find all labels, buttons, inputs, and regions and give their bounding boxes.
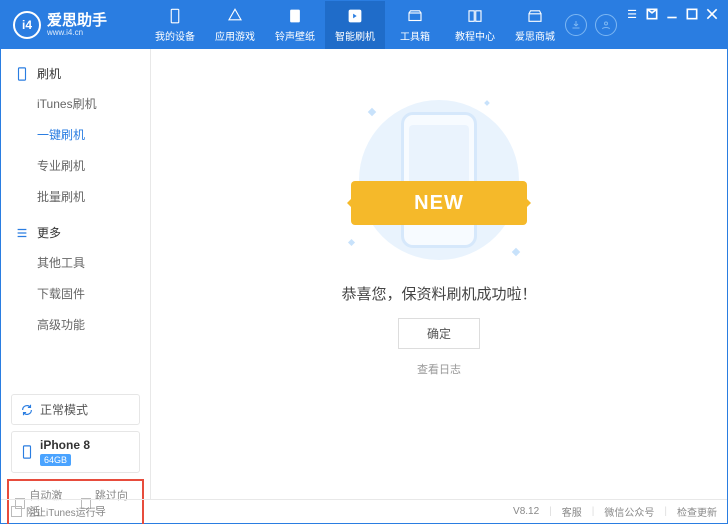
status-link-wechat[interactable]: 微信公众号 [604, 504, 654, 519]
sidebar-group-more: 更多 [1, 218, 150, 247]
phone-icon [15, 67, 29, 81]
mode-box[interactable]: 正常模式 [11, 394, 140, 425]
nav-store[interactable]: 爱思商城 [505, 1, 565, 49]
menu-icon [15, 226, 29, 240]
device-box[interactable]: iPhone 8 64GB [11, 431, 140, 473]
phone-graphic [401, 112, 477, 248]
mode-label: 正常模式 [40, 401, 88, 418]
minimize-button[interactable] [665, 7, 679, 21]
statusbar: 阻止iTunes运行 V8.12 | 客服 | 微信公众号 | 检查更新 [1, 499, 727, 523]
titlebar: i4 爱思助手 www.i4.cn 我的设备 应用游戏 铃声壁纸 智能刷机 [1, 1, 727, 49]
device-icon [166, 7, 184, 25]
sidebar-item-download-firmware[interactable]: 下载固件 [1, 278, 150, 309]
confirm-button[interactable]: 确定 [398, 318, 480, 349]
brand-name: 爱思助手 [47, 13, 107, 28]
nav-my-device[interactable]: 我的设备 [145, 1, 205, 49]
refresh-icon [20, 403, 34, 417]
sidebar-item-batch-flash[interactable]: 批量刷机 [1, 181, 150, 212]
close-button[interactable] [705, 7, 719, 21]
nav-apps[interactable]: 应用游戏 [205, 1, 265, 49]
device-name: iPhone 8 [40, 438, 90, 452]
new-ribbon: NEW [351, 181, 527, 225]
book-icon [466, 7, 484, 25]
sidebar-item-pro-flash[interactable]: 专业刷机 [1, 150, 150, 181]
view-log-link[interactable]: 查看日志 [417, 361, 461, 377]
apps-icon [226, 7, 244, 25]
status-link-update[interactable]: 检查更新 [677, 504, 717, 519]
note-icon [286, 7, 304, 25]
sidebar: 刷机 iTunes刷机 一键刷机 专业刷机 批量刷机 更多 其他工具 下载固件 … [1, 49, 151, 499]
store-icon [526, 7, 544, 25]
brand-url: www.i4.cn [47, 28, 107, 37]
phone-small-icon [20, 445, 34, 459]
menu-button[interactable]: ☰ [625, 7, 639, 21]
app-window: i4 爱思助手 www.i4.cn 我的设备 应用游戏 铃声壁纸 智能刷机 [0, 0, 728, 524]
brand: i4 爱思助手 www.i4.cn [1, 11, 145, 39]
window-controls: ☰ [625, 1, 727, 49]
flash-icon [346, 7, 364, 25]
sidebar-item-advanced[interactable]: 高级功能 [1, 309, 150, 340]
block-itunes-checkbox[interactable]: 阻止iTunes运行 [11, 504, 96, 519]
nav-tutorials[interactable]: 教程中心 [445, 1, 505, 49]
success-message: 恭喜您，保资料刷机成功啦！ [341, 283, 536, 304]
body: 刷机 iTunes刷机 一键刷机 专业刷机 批量刷机 更多 其他工具 下载固件 … [1, 49, 727, 499]
sidebar-item-oneclick-flash[interactable]: 一键刷机 [1, 119, 150, 150]
nav-toolbox[interactable]: 工具箱 [385, 1, 445, 49]
maximize-button[interactable] [685, 7, 699, 21]
sidebar-item-other-tools[interactable]: 其他工具 [1, 247, 150, 278]
top-nav: 我的设备 应用游戏 铃声壁纸 智能刷机 工具箱 教程中心 [145, 1, 565, 49]
sidebar-item-itunes-flash[interactable]: iTunes刷机 [1, 88, 150, 119]
sidebar-group-flash: 刷机 [1, 59, 150, 88]
device-storage: 64GB [40, 454, 71, 466]
download-button[interactable] [565, 14, 587, 36]
skin-button[interactable] [645, 7, 659, 21]
success-illustration: NEW [329, 95, 549, 265]
version-label: V8.12 [513, 506, 539, 517]
titlebar-actions [565, 14, 625, 36]
toolbox-icon [406, 7, 424, 25]
logo-icon: i4 [13, 11, 41, 39]
main-panel: NEW 恭喜您，保资料刷机成功啦！ 确定 查看日志 [151, 49, 727, 499]
status-link-support[interactable]: 客服 [562, 504, 582, 519]
user-button[interactable] [595, 14, 617, 36]
nav-ringtones[interactable]: 铃声壁纸 [265, 1, 325, 49]
nav-flash[interactable]: 智能刷机 [325, 1, 385, 49]
